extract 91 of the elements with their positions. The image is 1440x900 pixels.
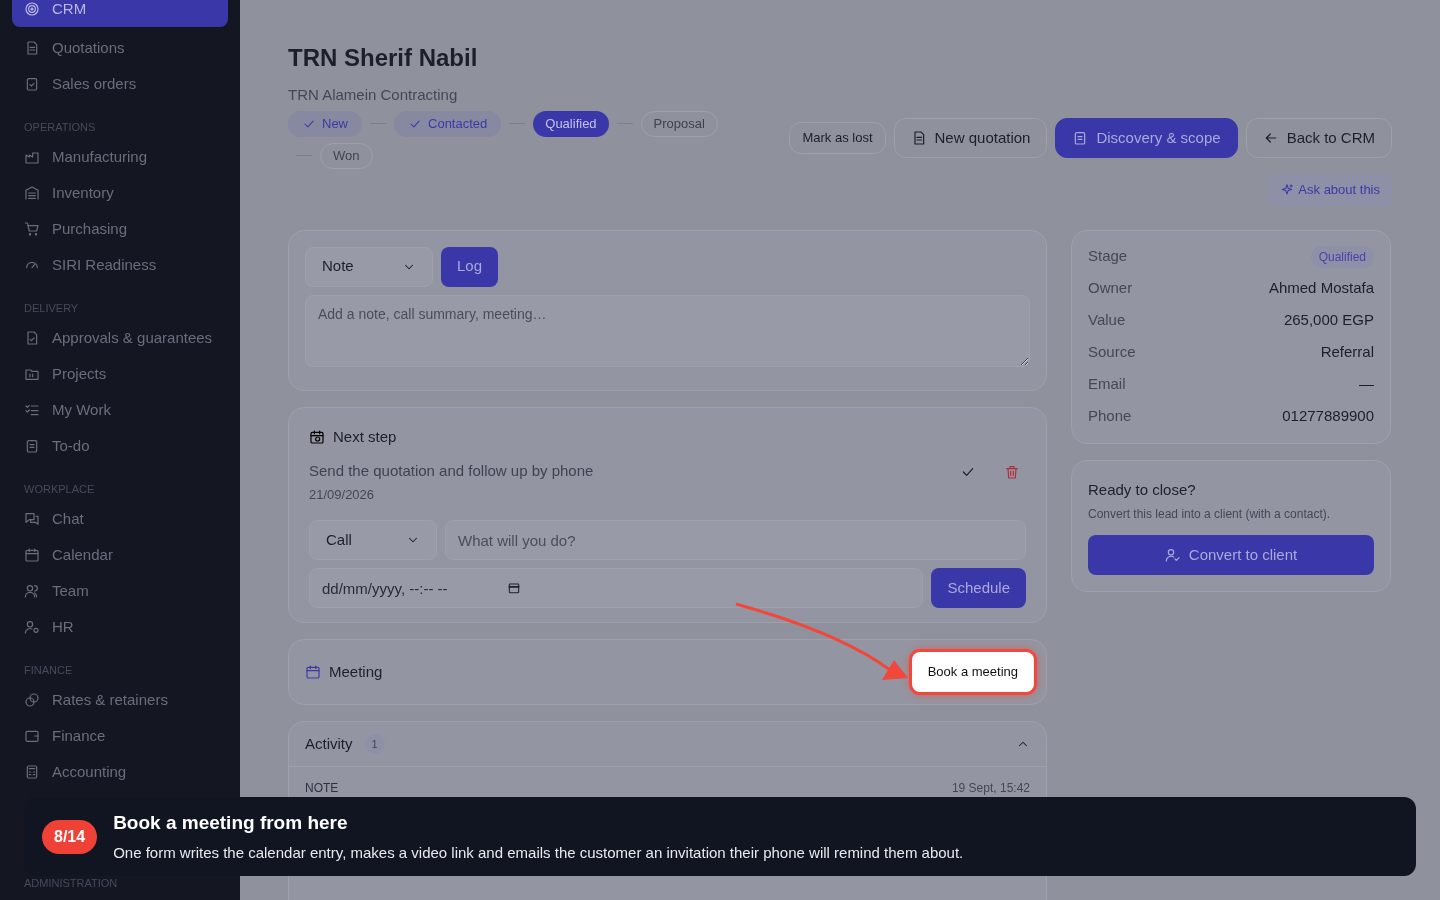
- detail-label: Stage: [1088, 246, 1128, 267]
- detail-value: 01277889900: [1282, 406, 1374, 427]
- detail-label: Source: [1088, 342, 1136, 363]
- sidebar-item[interactable]: To-do: [12, 428, 228, 464]
- calendar-clock-icon: [309, 428, 325, 445]
- sidebar-item[interactable]: Purchasing: [12, 211, 228, 247]
- person-check-icon: [1164, 547, 1181, 563]
- task-text: Send the quotation and follow up by phone: [309, 461, 595, 481]
- page-title: TRN Sherif Nabil: [288, 43, 479, 73]
- people-icon: [24, 583, 40, 599]
- card-title: Activity: [305, 733, 353, 754]
- clipboard-check-icon: [24, 76, 40, 92]
- section-heading: ADMINISTRATION: [23, 876, 119, 890]
- sidebar-item[interactable]: HR: [12, 609, 228, 645]
- delete-button[interactable]: [1004, 464, 1020, 480]
- detail-label: Phone: [1088, 406, 1132, 427]
- book-meeting-button[interactable]: Book a meeting: [911, 652, 1034, 692]
- schedule-button[interactable]: Schedule: [931, 568, 1026, 608]
- entry-type: NOTE: [305, 780, 339, 797]
- clipboard-icon: [24, 438, 40, 454]
- calendar-icon: [305, 664, 321, 680]
- detail-value: Ahmed Mostafa: [1268, 278, 1374, 299]
- sidebar-item[interactable]: Team: [12, 573, 228, 609]
- sidebar-item[interactable]: Projects: [12, 356, 228, 392]
- wallet-icon: [24, 728, 40, 744]
- date-field[interactable]: dd/mm/yyyy, --:-- --: [309, 568, 924, 608]
- detail-label: Owner: [1088, 278, 1133, 299]
- sidebar-item[interactable]: Accounting: [12, 754, 228, 790]
- tour-text: One form writes the calendar entry, makes a video link and emails the customer an invitation their phone will remind them about.: [113, 842, 964, 863]
- select-field[interactable]: Note: [305, 246, 433, 287]
- coins-icon: [24, 692, 40, 708]
- detail-value: —: [1359, 374, 1374, 395]
- folder-icon: [24, 366, 40, 382]
- sidebar-item[interactable]: SIRI Readiness: [12, 247, 228, 283]
- action-button[interactable]: Discovery & scope: [1055, 118, 1238, 158]
- step-badge: 8/14: [42, 819, 98, 854]
- sidebar-item[interactable]: CRM: [12, 0, 228, 27]
- section-heading: WORKPLACE: [23, 482, 96, 496]
- action-button[interactable]: Back to CRM: [1245, 118, 1392, 158]
- calendar-icon: [24, 547, 40, 563]
- action-button[interactable]: New quotation: [893, 118, 1048, 158]
- person-icon: [24, 619, 40, 635]
- section-heading: OPERATIONS: [23, 120, 97, 134]
- detail-value: 265,000 EGP: [1283, 310, 1374, 331]
- target-icon: [24, 1, 40, 17]
- task-field[interactable]: What will you do?: [445, 520, 1026, 560]
- sidebar-item[interactable]: Approvals & guarantees: [12, 320, 228, 356]
- tour-title: Book a meeting from here: [113, 811, 349, 835]
- note-field[interactable]: Add a note, call summary, meeting…: [305, 294, 1030, 367]
- section-heading: FINANCE: [23, 663, 74, 677]
- stage-pill[interactable]: New: [288, 110, 362, 137]
- card-title: Next step: [333, 426, 397, 447]
- sidebar-item[interactable]: Rates & retainers: [12, 682, 228, 718]
- sidebar-item[interactable]: Chat: [12, 501, 228, 537]
- detail-label: Email: [1088, 374, 1126, 395]
- sidebar-item[interactable]: Inventory: [12, 175, 228, 211]
- sidebar-item[interactable]: Sales orders: [12, 66, 228, 102]
- card-title: Meeting: [329, 661, 383, 682]
- document-check-icon: [24, 330, 40, 346]
- sidebar-item[interactable]: My Work: [12, 392, 228, 428]
- action-button[interactable]: Mark as lost: [789, 122, 886, 154]
- calendar-icon: [507, 581, 521, 595]
- select-field[interactable]: Call: [309, 520, 437, 560]
- section-heading: DELIVERY: [23, 301, 80, 315]
- stage-pill[interactable]: Contacted: [394, 110, 502, 137]
- company-name: TRN Alamein Contracting: [288, 85, 459, 105]
- factory-icon: [24, 149, 40, 165]
- entry-time: 19 Sept, 15:42: [951, 780, 1030, 797]
- calculator-icon: [24, 764, 40, 780]
- warehouse-icon: [24, 185, 40, 201]
- sidebar-item[interactable]: Calendar: [12, 537, 228, 573]
- detail-value: Referral: [1320, 342, 1374, 363]
- document-icon: [24, 40, 40, 56]
- count-badge: 1: [364, 734, 385, 754]
- task-date: 21/09/2026: [309, 485, 376, 504]
- stage-badge: Qualified: [1310, 245, 1374, 268]
- checklist-icon: [24, 402, 40, 418]
- sidebar-item[interactable]: Manufacturing: [12, 139, 228, 175]
- cart-icon: [24, 221, 40, 237]
- card-title: Ready to close?: [1088, 479, 1197, 500]
- log-button[interactable]: Log: [441, 246, 499, 287]
- chat-icon: [24, 511, 40, 527]
- trash-icon: [1004, 464, 1020, 480]
- ask-button[interactable]: Ask about this: [1268, 174, 1392, 206]
- sparkle-icon: [1280, 182, 1295, 197]
- stage-pill[interactable]: Qualified: [533, 110, 609, 137]
- card-text: Convert this lead into a client (with a contact).: [1088, 506, 1332, 523]
- sidebar-item[interactable]: Quotations: [12, 30, 228, 66]
- detail-label: Value: [1088, 310, 1126, 331]
- convert-button[interactable]: Convert to client: [1088, 535, 1374, 575]
- sidebar-item[interactable]: Finance: [12, 718, 228, 754]
